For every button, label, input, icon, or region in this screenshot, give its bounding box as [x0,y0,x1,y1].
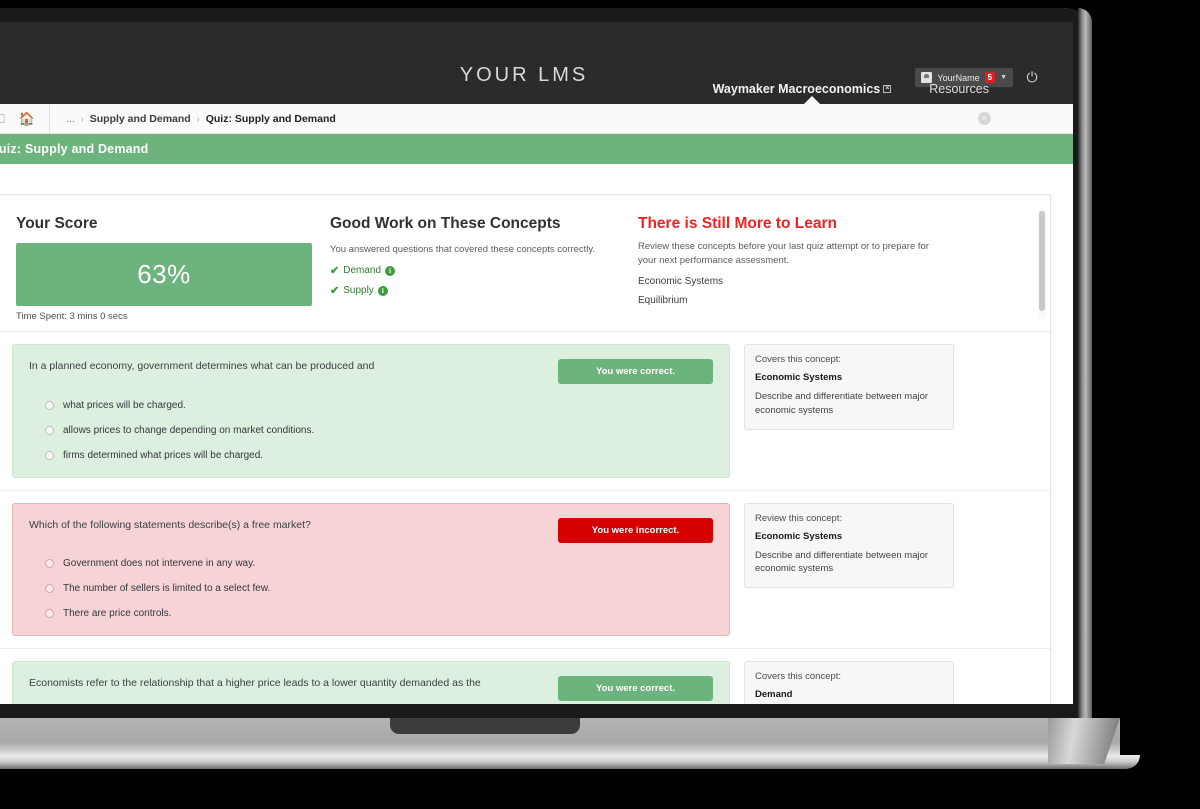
concept-card-description: Describe and differentiate between major… [755,391,929,416]
question-text: In a planned economy, government determi… [29,360,375,372]
info-icon[interactable]: i [377,285,388,296]
good-work-column: Good Work on These Concepts You answered… [330,215,638,321]
radio-icon[interactable] [45,559,54,569]
question-row: In a planned economy, government determi… [0,332,1050,491]
question-card: Economists refer to the relationship tha… [12,661,730,704]
breadcrumb: ⎕ 🏠 ... › Supply and Demand › Quiz: Supp… [0,104,1073,134]
check-icon: ✔ [330,285,340,298]
breadcrumb-ellipsis[interactable]: ... [66,113,75,125]
question-card: Which of the following statements descri… [12,502,730,637]
answer-options: Government does not intervene in any way… [29,558,713,619]
info-icon[interactable]: i [385,265,396,276]
laptop-bezel-right-edge [1078,8,1092,718]
question-card: In a planned economy, government determi… [12,344,730,478]
tab-waymaker-macroeconomics[interactable]: Waymaker Macroeconomics × [713,82,892,96]
laptop-base-lip [0,755,1140,769]
radio-icon[interactable] [45,400,54,410]
answer-option-label: firms determined what prices will be cha… [63,449,264,461]
summary-scrollbar-thumb[interactable] [1039,211,1045,311]
home-icon[interactable]: 🏠 [19,112,35,125]
breadcrumb-item-quiz: Quiz: Supply and Demand [205,112,336,125]
course-tab-label: Waymaker Macroeconomics [712,82,881,96]
more-to-learn-subtext: Review these concepts before your last q… [638,241,929,267]
your-score-heading: Your Score [16,215,98,232]
breadcrumb-icon-group: ⎕ 🏠 [0,104,50,133]
concept-card: Review this concept: Economic Systems De… [744,502,954,589]
laptop-base-notch [390,718,580,734]
power-button[interactable]: ⏻ [1021,67,1043,88]
close-icon[interactable]: × [978,112,991,125]
concept-card-description: Describe and differentiate between major… [755,549,929,575]
answer-option[interactable]: what prices will be charged. [29,400,713,411]
verdict-badge: You were incorrect. [558,517,713,543]
time-spent-label: Time Spent: 3 mins 0 secs [16,311,128,322]
good-work-heading: Good Work on These Concepts [330,215,561,232]
concept-label: Supply [343,285,374,297]
score-box: 63% [16,243,312,306]
concept-card: Covers this concept: Demand Explain the … [744,661,954,704]
quiz-title-bar: Quiz: Supply and Demand [0,134,1073,164]
main-content: Your Score 63% Time Spent: 3 mins 0 secs… [0,164,1073,704]
score-value: 63% [137,259,191,289]
answer-option-label: Government does not intervene in any way… [63,558,256,570]
quiz-title: Quiz: Supply and Demand [0,142,149,156]
breadcrumb-separator: › [80,113,84,124]
concept-card-label: Covers this concept: [755,354,842,365]
breadcrumb-item-supply-and-demand[interactable]: Supply and Demand [90,113,191,125]
radio-icon[interactable] [45,584,54,594]
question-text: Which of the following statements descri… [29,518,311,531]
concept-card-label: Review this concept: [755,512,843,524]
chevron-down-icon[interactable]: ▼ [1000,74,1007,81]
concept-card-name: Economic Systems [755,372,843,383]
comment-icon[interactable]: ⎕ [0,112,5,125]
tab-resources[interactable]: Resources [929,82,989,96]
verdict-badge: You were correct. [558,676,713,702]
learn-concept-equilibrium: Equilibrium [638,294,688,306]
good-work-subtext: You answered questions that covered thes… [330,244,596,255]
results-panel: Your Score 63% Time Spent: 3 mins 0 secs… [0,194,1051,704]
more-to-learn-column: There is Still More to Learn Review thes… [638,215,948,321]
user-name-label: YourName [937,72,980,83]
answer-option[interactable]: Government does not intervene in any way… [29,558,713,569]
check-icon: ✔ [330,265,340,278]
verdict-badge: You were correct. [558,359,713,384]
screenshot-stage: 📎 YOUR LMS YourName 5 ▼ ⏻ Waymaker Macro… [0,0,1200,809]
answer-option-label: what prices will be charged. [63,399,186,411]
concept-label: Demand [343,265,382,277]
answer-option-label: The number of sellers is limited to a se… [63,583,271,595]
question-text: Economists refer to the relationship tha… [29,677,481,690]
summary-panel: Your Score 63% Time Spent: 3 mins 0 secs… [0,195,1050,332]
mastered-concept-demand: ✔ Demand i [330,264,620,277]
radio-icon[interactable] [45,450,54,460]
close-icon[interactable]: × [883,85,892,93]
question-list: In a planned economy, government determi… [0,332,1050,704]
answer-option[interactable]: The number of sellers is limited to a se… [29,583,713,594]
browser-screen: 📎 YOUR LMS YourName 5 ▼ ⏻ Waymaker Macro… [0,22,1073,704]
breadcrumb-separator: › [196,113,200,124]
concept-card: Covers this concept: Economic Systems De… [744,344,954,430]
lms-header: 📎 YOUR LMS YourName 5 ▼ ⏻ Waymaker Macro… [0,22,1073,105]
mastered-concept-supply: ✔ Supply i [330,284,620,297]
answer-option[interactable]: firms determined what prices will be cha… [29,450,713,461]
question-row: Economists refer to the relationship tha… [0,649,1050,704]
more-to-learn-heading: There is Still More to Learn [638,215,837,232]
breadcrumb-trail: ... › Supply and Demand › Quiz: Supply a… [50,113,336,125]
answer-option-label: There are price controls. [63,608,172,620]
answer-options: what prices will be charged. allows pric… [29,400,713,461]
concept-card-name: Demand [755,689,793,701]
radio-icon[interactable] [45,609,54,619]
answer-option[interactable]: There are price controls. [29,608,713,619]
answer-option[interactable]: allows prices to change depending on mar… [29,425,713,436]
learn-concept-economic-systems: Economic Systems [638,275,724,287]
answer-option-label: allows prices to change depending on mar… [63,424,315,436]
course-nav: Waymaker Macroeconomics × Resources [713,82,989,96]
concept-card-name: Economic Systems [755,530,843,542]
question-row: Which of the following statements descri… [0,491,1050,650]
radio-icon[interactable] [45,425,54,435]
concept-card-label: Covers this concept: [755,671,842,683]
score-column: Your Score 63% Time Spent: 3 mins 0 secs [16,215,330,322]
